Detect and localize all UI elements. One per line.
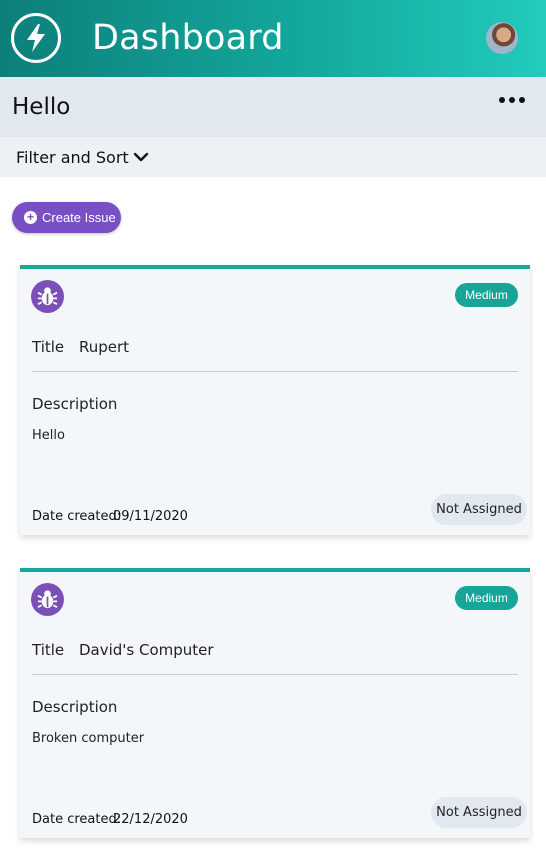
priority-badge: Medium bbox=[455, 283, 518, 307]
issue-title: David's Computer bbox=[79, 641, 214, 659]
bug-icon bbox=[31, 280, 64, 313]
date-created-value: 09/11/2020 bbox=[113, 509, 188, 524]
date-created-label: Date created: bbox=[32, 812, 122, 827]
create-issue-button[interactable]: + Create Issue bbox=[12, 202, 121, 233]
app-header: Dashboard bbox=[0, 0, 546, 77]
assignee-button[interactable]: Not Assigned bbox=[431, 494, 527, 525]
bug-icon bbox=[31, 583, 64, 616]
app-title: Dashboard bbox=[92, 18, 284, 58]
create-issue-label: Create Issue bbox=[42, 210, 116, 225]
issue-title: Rupert bbox=[79, 338, 130, 356]
issue-description: Hello bbox=[32, 428, 65, 443]
divider bbox=[32, 371, 518, 372]
issue-description: Broken computer bbox=[32, 731, 145, 746]
description-label: Description bbox=[32, 698, 118, 716]
issue-card[interactable]: Medium Title David's Computer Descriptio… bbox=[20, 568, 530, 838]
title-label: Title bbox=[32, 338, 65, 356]
description-label: Description bbox=[32, 395, 118, 413]
priority-badge: Medium bbox=[455, 586, 518, 610]
user-avatar[interactable] bbox=[486, 22, 518, 54]
chevron-down-icon[interactable] bbox=[132, 148, 150, 166]
assignee-button[interactable]: Not Assigned bbox=[431, 797, 527, 828]
plus-circle-icon: + bbox=[24, 211, 37, 224]
issue-card[interactable]: Medium Title Rupert Description Hello Da… bbox=[20, 265, 530, 535]
date-created-label: Date created: bbox=[32, 509, 122, 524]
filter-sort-label[interactable]: Filter and Sort bbox=[16, 148, 129, 167]
title-label: Title bbox=[32, 641, 65, 659]
more-horizontal-icon[interactable] bbox=[499, 93, 525, 107]
date-created-value: 22/12/2020 bbox=[113, 812, 188, 827]
lightning-bolt-icon[interactable] bbox=[11, 13, 61, 63]
divider bbox=[32, 674, 518, 675]
page-title: Hello bbox=[12, 94, 71, 120]
page-header-bar bbox=[0, 77, 546, 137]
